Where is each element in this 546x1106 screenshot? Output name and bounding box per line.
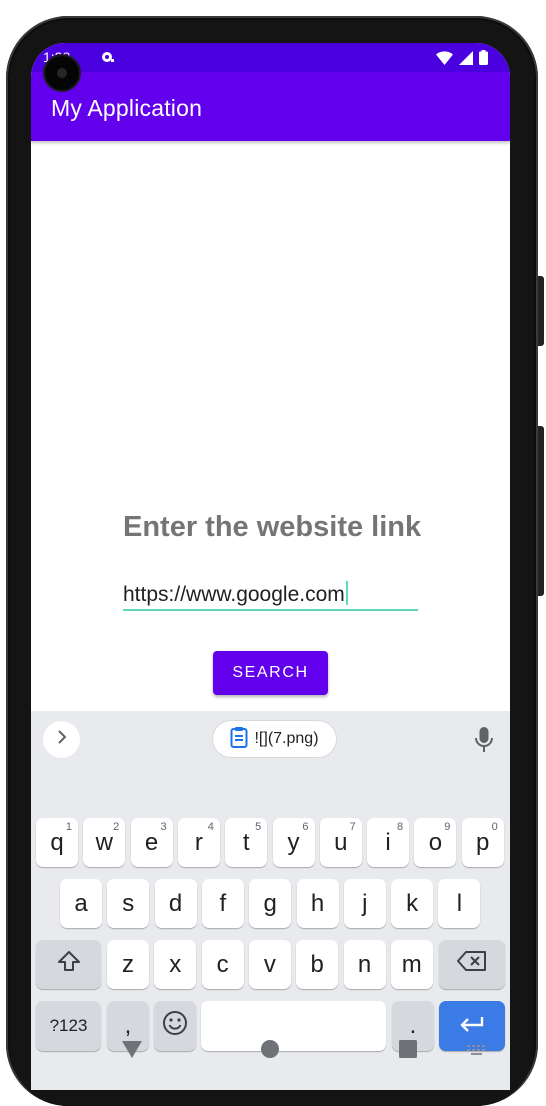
notification-icon xyxy=(99,50,115,67)
key-z[interactable]: z xyxy=(107,940,149,989)
key-number-hint: 9 xyxy=(444,821,451,833)
key-x[interactable]: x xyxy=(154,940,197,989)
key-c[interactable]: c xyxy=(201,940,244,989)
key-label: y xyxy=(287,828,300,856)
backspace-icon xyxy=(457,950,487,979)
key-g[interactable]: g xyxy=(249,879,292,928)
keyboard-expand-button[interactable] xyxy=(43,721,80,758)
key-label: h xyxy=(310,889,325,917)
key-k[interactable]: k xyxy=(391,879,434,928)
key-w[interactable]: w2 xyxy=(83,818,126,867)
status-bar: 1:38 xyxy=(31,43,510,72)
key-p[interactable]: p0 xyxy=(461,818,504,867)
clipboard-icon xyxy=(230,726,248,753)
prompt-heading: Enter the website link xyxy=(123,511,422,543)
chevron-right-icon xyxy=(55,730,69,749)
key-label: l xyxy=(456,889,463,917)
back-icon[interactable] xyxy=(121,1040,143,1063)
home-icon[interactable] xyxy=(261,1040,279,1063)
key-h[interactable]: h xyxy=(296,879,339,928)
device-screen: 1:38 My Application Enter the website li… xyxy=(31,43,510,1090)
clipboard-chip-label: ![](7.png) xyxy=(254,730,319,747)
key-label: e xyxy=(144,828,159,856)
key-m[interactable]: m xyxy=(390,940,433,989)
clipboard-suggestion-chip[interactable]: ![](7.png) xyxy=(212,720,337,758)
keyboard-toolbar: ![](7.png) xyxy=(31,711,510,767)
key-number-hint: 1 xyxy=(65,821,72,833)
shift-key[interactable] xyxy=(36,940,101,989)
url-input-value[interactable]: https://www.google.com xyxy=(123,581,348,607)
key-label: i xyxy=(385,828,391,856)
key-b[interactable]: b xyxy=(296,940,339,989)
recents-icon[interactable] xyxy=(399,1040,417,1063)
key-v[interactable]: v xyxy=(248,940,291,989)
search-button[interactable]: SEARCH xyxy=(213,651,328,695)
key-label: r xyxy=(194,828,203,856)
key-f[interactable]: f xyxy=(201,879,244,928)
phone-power-button xyxy=(538,276,544,346)
key-d[interactable]: d xyxy=(154,879,197,928)
key-o[interactable]: o9 xyxy=(414,818,457,867)
status-icons xyxy=(436,50,488,68)
key-j[interactable]: j xyxy=(343,879,386,928)
key-number-hint: 2 xyxy=(113,821,120,833)
key-label: w xyxy=(95,828,113,856)
key-label: b xyxy=(310,950,324,978)
key-u[interactable]: u7 xyxy=(319,818,362,867)
key-label: s xyxy=(122,889,135,917)
key-n[interactable]: n xyxy=(343,940,386,989)
key-s[interactable]: s xyxy=(107,879,150,928)
key-number-hint: 3 xyxy=(160,821,167,833)
shift-icon xyxy=(57,949,81,980)
key-label: x xyxy=(169,950,182,978)
key-label: z xyxy=(122,950,134,978)
front-camera xyxy=(45,56,79,90)
key-label: p xyxy=(476,828,490,856)
url-input-field[interactable]: https://www.google.com xyxy=(123,579,418,611)
backspace-key[interactable] xyxy=(439,940,505,989)
key-label: v xyxy=(263,950,276,978)
signal-icon xyxy=(459,50,473,68)
keyboard-switch-icon[interactable] xyxy=(467,1044,487,1062)
wifi-icon xyxy=(436,50,453,68)
key-label: n xyxy=(357,950,372,978)
key-label: d xyxy=(168,889,183,917)
key-number-hint: 7 xyxy=(349,821,356,833)
key-l[interactable]: l xyxy=(438,879,481,928)
key-t[interactable]: t5 xyxy=(225,818,268,867)
battery-icon xyxy=(479,50,488,68)
mic-icon xyxy=(473,727,495,759)
key-label: o xyxy=(428,828,443,856)
key-label: q xyxy=(50,828,64,856)
key-q[interactable]: q1 xyxy=(36,818,78,867)
key-label: f xyxy=(219,889,227,917)
app-bar: My Application xyxy=(31,72,510,141)
key-label: u xyxy=(334,828,348,856)
app-title: My Application xyxy=(51,95,203,121)
phone-volume-button xyxy=(538,426,544,596)
key-label: j xyxy=(362,889,368,917)
key-number-hint: 4 xyxy=(207,821,214,833)
voice-input-button[interactable] xyxy=(473,725,495,755)
system-navigation-bar xyxy=(31,1033,510,1090)
key-e[interactable]: e3 xyxy=(130,818,173,867)
key-i[interactable]: i8 xyxy=(367,818,410,867)
key-label: m xyxy=(401,950,422,978)
key-number-hint: 0 xyxy=(491,821,498,833)
key-label: g xyxy=(263,889,277,917)
key-label: c xyxy=(216,950,229,978)
text-cursor xyxy=(345,581,348,605)
key-r[interactable]: r4 xyxy=(177,818,220,867)
key-label: k xyxy=(406,889,419,917)
key-a[interactable]: a xyxy=(60,879,102,928)
key-label: t xyxy=(242,828,250,856)
key-number-hint: 8 xyxy=(396,821,404,833)
key-label: a xyxy=(74,889,88,917)
key-y[interactable]: y6 xyxy=(272,818,315,867)
key-number-hint: 6 xyxy=(302,821,309,833)
key-number-hint: 5 xyxy=(255,821,262,833)
